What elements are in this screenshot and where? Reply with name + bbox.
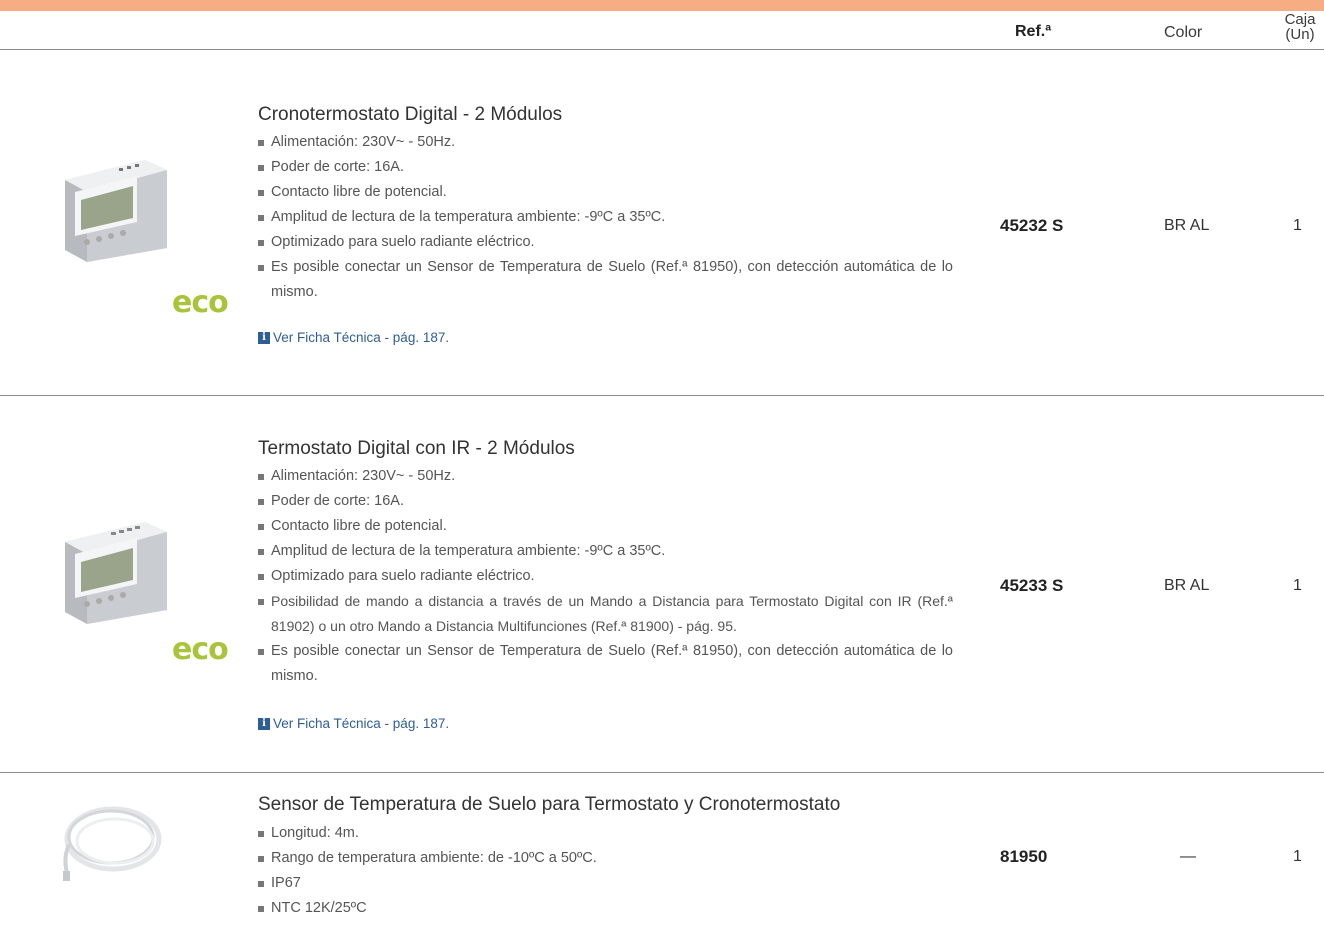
bullet-icon	[258, 906, 264, 912]
feature-item: Es posible conectar un Sensor de Tempera…	[258, 255, 953, 305]
feature-item: Contacto libre de potencial.	[258, 514, 953, 539]
bullet-icon	[258, 190, 264, 196]
bullet-icon	[258, 549, 264, 555]
info-icon: i	[258, 717, 270, 730]
bullet-icon	[258, 524, 264, 530]
product-title: Sensor de Temperatura de Suelo para Term…	[258, 794, 841, 815]
feature-item: Amplitud de lectura de la temperatura am…	[258, 539, 953, 564]
product-title: Termostato Digital con IR - 2 Módulos	[258, 438, 575, 459]
column-header-ref: Ref.ª	[1015, 23, 1052, 40]
bullet-icon	[258, 215, 264, 221]
caja-label: Caja	[1284, 11, 1316, 28]
thermostat-ir-image	[65, 522, 167, 624]
feature-item: Rango de temperatura ambiente: de -10ºC …	[258, 846, 953, 871]
bullet-icon	[258, 240, 264, 246]
header-divider	[0, 49, 1324, 50]
feature-list: Alimentación: 230V~ - 50Hz. Poder de cor…	[258, 464, 953, 689]
bullet-icon	[258, 265, 264, 271]
ref-value: 45232 S	[1000, 216, 1064, 235]
color-value: —	[1180, 848, 1196, 865]
feature-item: NTC 12K/25ºC	[258, 896, 953, 921]
info-icon: i	[258, 331, 270, 344]
feature-list: Longitud: 4m. Rango de temperatura ambie…	[258, 821, 953, 921]
bullet-icon	[258, 574, 264, 580]
product-title: Cronotermostato Digital - 2 Módulos	[258, 104, 563, 125]
caja-unit-label: (Un)	[1285, 26, 1315, 43]
datasheet-link[interactable]: i Ver Ficha Técnica - pág. 187.	[258, 716, 449, 731]
bullet-icon	[258, 165, 264, 171]
column-header-color: Color	[1164, 24, 1203, 41]
datasheet-link[interactable]: i Ver Ficha Técnica - pág. 187.	[258, 330, 449, 345]
bullet-icon	[258, 474, 264, 480]
bullet-icon	[258, 140, 264, 146]
feature-item: Posibilidad de mando a distancia a travé…	[258, 589, 953, 639]
feature-item: Alimentación: 230V~ - 50Hz.	[258, 130, 953, 155]
bullet-icon	[258, 649, 264, 655]
eco-badge: eco	[172, 285, 229, 320]
bullet-icon	[258, 499, 264, 505]
qty-value: 1	[1293, 577, 1302, 594]
feature-item: Poder de corte: 16A.	[258, 489, 953, 514]
feature-list: Alimentación: 230V~ - 50Hz. Poder de cor…	[258, 130, 953, 305]
column-header-caja: Caja (Un)	[1280, 12, 1320, 42]
qty-value: 1	[1293, 848, 1302, 865]
top-accent-bar	[0, 0, 1324, 11]
row-divider	[0, 772, 1324, 773]
bullet-icon	[258, 881, 264, 887]
row-divider	[0, 395, 1324, 396]
floor-sensor-cable-image	[63, 806, 162, 881]
qty-value: 1	[1293, 217, 1302, 234]
bullet-icon	[258, 856, 264, 862]
ref-value: 45233 S	[1000, 576, 1064, 595]
feature-item: Amplitud de lectura de la temperatura am…	[258, 205, 953, 230]
thermostat-image	[65, 160, 167, 262]
feature-item: Optimizado para suelo radiante eléctrico…	[258, 564, 953, 589]
color-value: BR AL	[1164, 577, 1210, 594]
ref-value: 81950	[1000, 847, 1048, 866]
feature-item: IP67	[258, 871, 953, 896]
feature-item: Longitud: 4m.	[258, 821, 953, 846]
bullet-icon	[258, 599, 264, 605]
feature-item: Poder de corte: 16A.	[258, 155, 953, 180]
bullet-icon	[258, 831, 264, 837]
feature-item: Alimentación: 230V~ - 50Hz.	[258, 464, 953, 489]
color-value: BR AL	[1164, 217, 1210, 234]
feature-item: Contacto libre de potencial.	[258, 180, 953, 205]
feature-item: Es posible conectar un Sensor de Tempera…	[258, 639, 953, 689]
eco-badge: eco	[172, 632, 229, 667]
feature-item: Optimizado para suelo radiante eléctrico…	[258, 230, 953, 255]
